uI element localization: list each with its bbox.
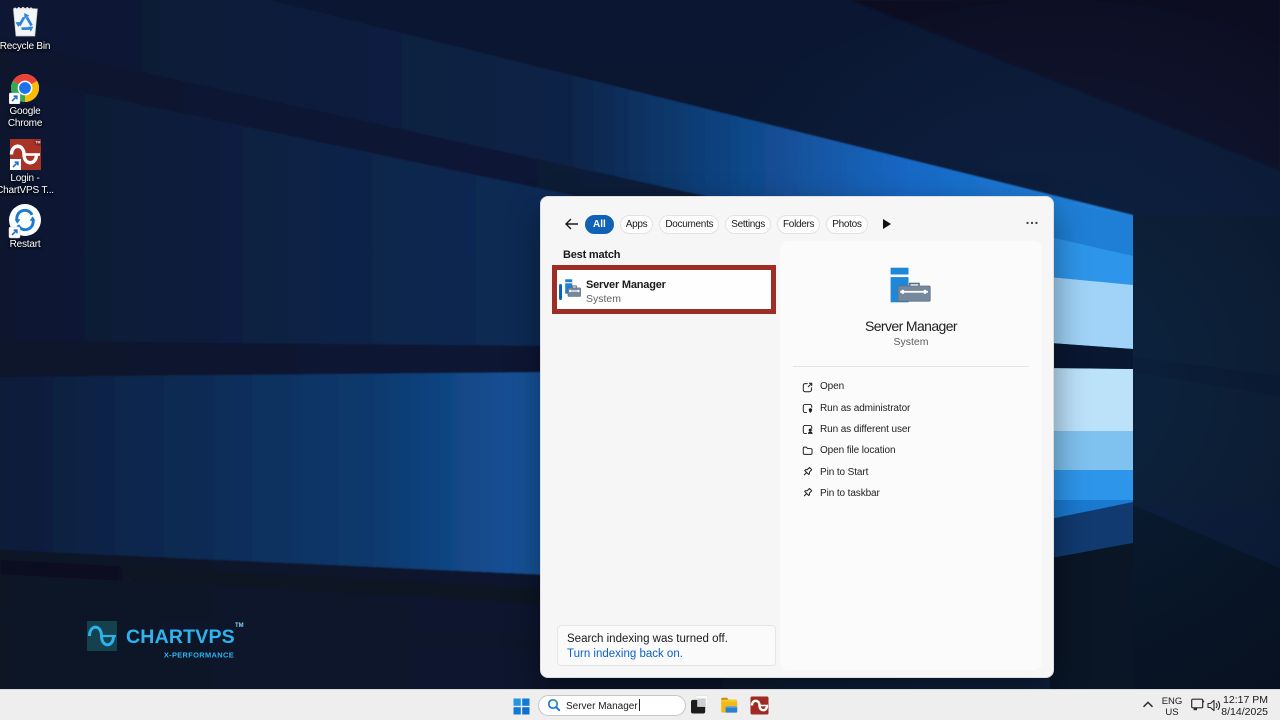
- svg-text:TM: TM: [35, 141, 40, 145]
- svg-text:X-PERFORMANCE: X-PERFORMANCE: [164, 651, 234, 660]
- svg-text:TM: TM: [235, 623, 244, 629]
- svg-text:CHARTVPS: CHARTVPS: [126, 626, 235, 648]
